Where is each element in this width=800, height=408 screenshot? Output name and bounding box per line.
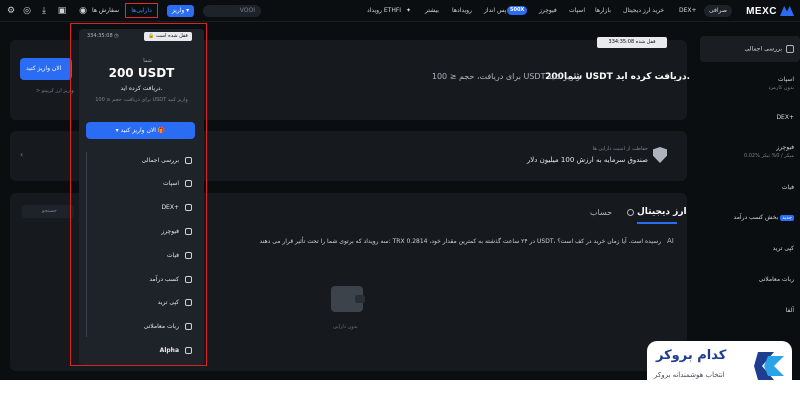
tab-account[interactable]: حساب (590, 208, 612, 217)
user-icon[interactable]: ◉ (78, 6, 88, 16)
nav-futures[interactable]: فیوچرز (539, 7, 557, 14)
brand-name: کدام بروکر (656, 348, 727, 363)
sidebar-item-futures[interactable]: فیوچرز 0.02% میکر / 0% تیکر (706, 144, 794, 159)
mexc-logo-icon (780, 6, 794, 16)
search-input[interactable]: VOOI (203, 5, 261, 17)
logo-text: MEXC (746, 5, 777, 17)
lock-timer-chip: قفل شده 334:35:08 (597, 37, 667, 48)
asset-search-input[interactable]: جستجو (22, 205, 74, 218)
download-icon[interactable]: ⤓ (39, 6, 49, 16)
exchange-switch[interactable]: صرافی (704, 5, 732, 17)
sidebar-item-label: کپی ترید (772, 245, 794, 252)
sidebar-item-earn[interactable]: بخش کسب درآمد جدید (706, 214, 794, 221)
sidebar-item-label: بخش کسب درآمد (733, 214, 779, 221)
crypto-deposit-link[interactable]: > واریز ارز کریپتو (36, 88, 74, 94)
sidebar-item-label: آلفا (785, 307, 794, 314)
orders-link[interactable]: سفارش ها (92, 7, 119, 14)
sidebar-item-fiat[interactable]: فیات (706, 184, 794, 191)
info-icon[interactable] (627, 209, 634, 216)
mexc-logo[interactable]: MEXC (746, 4, 794, 18)
banner-deposit-label: الان واریز کنید (26, 65, 62, 72)
protection-fund-text: صندوق سرمایه به ارزش 100 میلیون دلار (526, 156, 648, 164)
futures-leverage-badge: 500X (507, 6, 528, 15)
highlight-outline (70, 23, 207, 366)
sidebar-item-spot[interactable]: اسپات بدون کارمزد (706, 76, 794, 91)
gift-icon[interactable]: ▣ (57, 6, 67, 16)
tab-crypto[interactable]: ارز دیجیتال (637, 207, 687, 217)
assets-button[interactable]: دارایی‌ها (125, 3, 158, 18)
brand-tagline: انتخاب هوشمندانه بروکر (654, 371, 725, 379)
market-alert[interactable]: سه رویداد که برتوی شما را تحت تأثیر قرار… (260, 238, 661, 245)
sidebar-item-alpha[interactable]: آلفا (706, 307, 794, 314)
language-icon[interactable]: ◎ (22, 6, 32, 16)
sidebar-item-sublabel: بدون کارمزد (768, 85, 794, 91)
top-navigation: MEXC صرافی DEX+ خرید ارز دیجیتال بازارها… (0, 0, 800, 22)
overview-icon (786, 45, 794, 53)
settings-icon[interactable]: ⚙ (6, 6, 16, 16)
nav-more[interactable]: بیشتر (425, 7, 439, 14)
nav-events[interactable]: رویدادها (452, 7, 472, 14)
sidebar-item-label: DEX+ (776, 114, 794, 121)
ai-icon: AI (667, 237, 674, 245)
sidebar-item-dex[interactable]: DEX+ (706, 114, 794, 121)
account-sidebar: بررسی اجمالی اسپات بدون کارمزد DEX+ فیوچر… (700, 36, 800, 336)
nav-markets[interactable]: بازارها (595, 7, 611, 14)
empty-wallet-icon (331, 286, 365, 312)
nav-savings[interactable]: پس انداز (484, 7, 506, 14)
sidebar-item-label: اسپات (778, 76, 794, 83)
nav-spot[interactable]: اسپات (569, 7, 585, 14)
new-badge: جدید (780, 215, 794, 221)
reward-condition: برای دریافت، حجم ≤ 100 USDT واریز کنید (431, 72, 580, 81)
nav-ethfi-event[interactable]: رویداد ETHFI (367, 7, 401, 14)
sidebar-item-bots[interactable]: ربات معاملاتی (706, 276, 794, 283)
deposit-button[interactable]: واریز ▾ (167, 5, 194, 17)
sidebar-item-copy-trade[interactable]: کپی ترید (706, 245, 794, 252)
sidebar-item-label: ربات معاملاتی (758, 276, 794, 283)
active-tab-underline (637, 222, 677, 224)
deposit-label: واریز (171, 7, 185, 14)
nav-dex[interactable]: DEX+ (679, 7, 697, 14)
protection-title: حفاظت از امنیت دارایی ها (592, 146, 648, 152)
sidebar-item-label: فیوچرز (776, 144, 794, 151)
sidebar-item-overview[interactable]: بررسی اجمالی (706, 45, 794, 53)
banner-deposit-button[interactable]: الان واریز کنید (20, 58, 72, 80)
empty-assets-text: بدون دارایی (333, 324, 358, 330)
brand-logo-icon (754, 352, 784, 380)
sidebar-item-sublabel: 0.02% میکر / 0% تیکر (743, 153, 794, 159)
sidebar-item-label: فیات (781, 184, 794, 191)
nav-ethfi-icon: ✦ (406, 7, 412, 14)
chevron-left-icon[interactable]: ‹ (20, 150, 23, 159)
nav-buy-crypto[interactable]: خرید ارز دیجیتال (623, 7, 664, 14)
sidebar-item-label: بررسی اجمالی (744, 45, 782, 53)
